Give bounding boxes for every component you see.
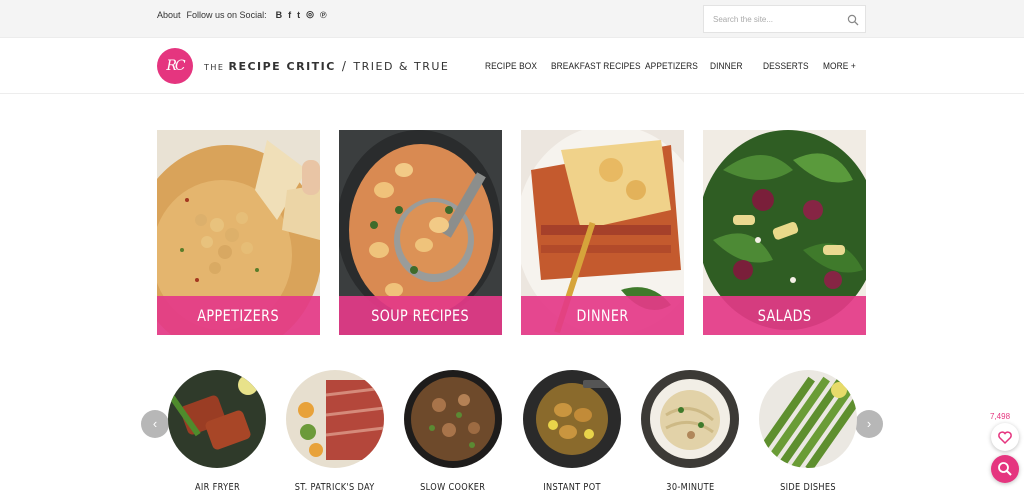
tile-label-text: APPETIZERS bbox=[197, 306, 280, 325]
follow-label: Follow us on Social: bbox=[186, 9, 267, 20]
nav-recipe-box[interactable]: RECIPE BOX bbox=[485, 61, 537, 72]
instagram-icon[interactable]: ◎ bbox=[306, 9, 314, 20]
salmon-image bbox=[168, 370, 266, 468]
tile-soup-recipes[interactable]: SOUP RECIPES bbox=[339, 130, 502, 335]
utility-links: About Follow us on Social: B f t ◎ ℗ bbox=[157, 9, 333, 20]
asparagus-image bbox=[759, 370, 857, 468]
beef-stroganoff-image bbox=[404, 370, 502, 468]
about-link[interactable]: About bbox=[157, 10, 181, 20]
social-icons: B f t ◎ ℗ bbox=[276, 9, 333, 20]
heart-icon bbox=[998, 431, 1012, 445]
tile-dinner[interactable]: DINNER bbox=[521, 130, 684, 335]
tile-label-text: SOUP RECIPES bbox=[371, 306, 470, 325]
search-fab-button[interactable] bbox=[991, 455, 1019, 483]
facebook-icon[interactable]: f bbox=[288, 10, 291, 20]
nav-breakfast-recipes[interactable]: BREAKFAST RECIPES bbox=[551, 61, 641, 72]
main-nav: RECIPE BOX BREAKFAST RECIPES APPETIZERS … bbox=[0, 61, 1024, 75]
circle-instant-pot[interactable] bbox=[523, 370, 621, 468]
favorites-count: 7,498 bbox=[990, 412, 1011, 421]
corned-beef-image bbox=[286, 370, 384, 468]
tile-label-text: DINNER bbox=[576, 306, 629, 325]
circle-label[interactable]: INSTANT POT bbox=[517, 482, 627, 493]
circle-st-patricks-day[interactable] bbox=[286, 370, 384, 468]
circle-30-minute[interactable] bbox=[641, 370, 739, 468]
twitter-icon[interactable]: t bbox=[297, 10, 300, 20]
circle-air-fryer[interactable] bbox=[168, 370, 266, 468]
nav-more[interactable]: MORE + bbox=[823, 61, 856, 72]
carousel-prev-button[interactable]: ‹ bbox=[141, 410, 169, 438]
circle-label[interactable]: SIDE DISHES bbox=[753, 482, 863, 493]
lemon-chicken-image bbox=[523, 370, 621, 468]
tile-appetizers[interactable]: APPETIZERS bbox=[157, 130, 320, 335]
tile-label: DINNER bbox=[521, 296, 684, 335]
utility-bar: About Follow us on Social: B f t ◎ ℗ bbox=[0, 0, 1024, 38]
tile-label-text: SALADS bbox=[757, 306, 812, 325]
circle-label[interactable]: AIR FRYER bbox=[162, 482, 272, 493]
nav-dinner[interactable]: DINNER bbox=[710, 61, 743, 72]
tile-label: SALADS bbox=[703, 296, 866, 335]
blogger-icon[interactable]: B bbox=[276, 10, 283, 20]
tile-label: SOUP RECIPES bbox=[339, 296, 502, 335]
nav-desserts[interactable]: DESSERTS bbox=[763, 61, 809, 72]
nav-appetizers[interactable]: APPETIZERS bbox=[645, 61, 698, 72]
favorites-button[interactable] bbox=[991, 423, 1019, 451]
circle-label[interactable]: SLOW COOKER bbox=[398, 482, 508, 493]
search-input[interactable] bbox=[704, 6, 844, 32]
pasta-image bbox=[641, 370, 739, 468]
search-icon bbox=[998, 462, 1012, 476]
circle-label[interactable]: ST. PATRICK'S DAY bbox=[280, 482, 390, 493]
site-search bbox=[703, 5, 866, 33]
circle-side-dishes[interactable] bbox=[759, 370, 857, 468]
circle-slow-cooker[interactable] bbox=[404, 370, 502, 468]
circle-label[interactable]: 30-MINUTE bbox=[635, 482, 745, 493]
site-header: RC THE RECIPE CRITIC / TRIED & TRUE RECIPE … bbox=[0, 38, 1024, 94]
search-icon[interactable] bbox=[847, 14, 859, 26]
tile-salads[interactable]: SALADS bbox=[703, 130, 866, 335]
tile-label: APPETIZERS bbox=[157, 296, 320, 335]
pinterest-icon[interactable]: ℗ bbox=[320, 10, 327, 20]
carousel-next-button[interactable]: › bbox=[855, 410, 883, 438]
